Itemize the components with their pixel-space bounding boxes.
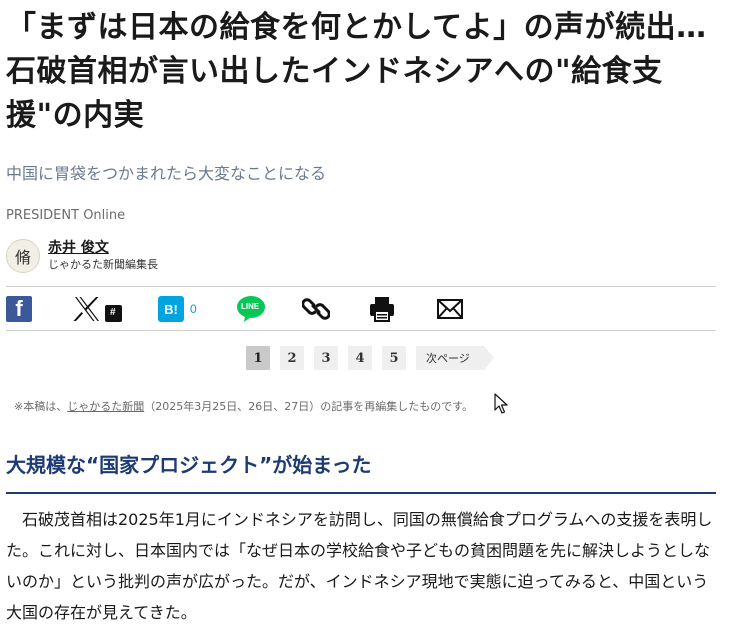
source-note-link[interactable]: じゃかるた新聞 [67, 400, 144, 413]
page-4-button[interactable]: 4 [348, 346, 372, 370]
share-bar: f # B! 0 LINE [6, 286, 716, 331]
mouse-cursor-icon [494, 393, 508, 419]
author-avatar[interactable]: 脩 [6, 239, 40, 273]
article-title: 「まずは日本の給食を何とかしてよ」の声が続出…石破首相が言い出したインドネシアへ… [6, 10, 707, 133]
source-note: ※本稿は、じゃかるた新聞（2025年3月25日、26日、27日）の記事を再編集し… [14, 398, 473, 414]
hatena-bookmark-button[interactable]: B! 0 [158, 295, 197, 323]
link-icon[interactable] [302, 295, 330, 323]
source-note-suffix: （2025年3月25日、26日、27日）の記事を再編集したものです。 [144, 400, 474, 413]
mail-icon[interactable] [436, 295, 464, 323]
source-note-prefix: ※本稿は、 [14, 400, 68, 413]
hatena-bookmark-icon: B! [158, 296, 184, 322]
author-role: じゃかるた新聞編集長 [48, 258, 158, 271]
article-paragraph: 石破茂首相は2025年1月にインドネシアを訪問し、同国の無償給食プログラムへの支… [6, 510, 713, 622]
line-icon-label: LINE [241, 302, 260, 311]
article-subtitle: 中国に胃袋をつかまれたら大変なことになる [6, 164, 327, 183]
author-block: 脩 赤井 俊文 じゃかるた新聞編集長 [6, 238, 158, 274]
x-icon[interactable]: # [72, 295, 122, 323]
page-1-button[interactable]: 1 [246, 346, 270, 370]
next-page-button[interactable]: 次ページ [416, 346, 494, 370]
page-5-button[interactable]: 5 [382, 346, 406, 370]
facebook-icon[interactable]: f [6, 296, 32, 322]
x-badge-label: # [110, 307, 116, 318]
pagination: 1 2 3 4 5 次ページ [246, 346, 494, 370]
author-name-link[interactable]: 赤井 俊文 [48, 239, 158, 257]
print-icon[interactable] [368, 295, 396, 323]
hatena-bookmark-count: 0 [190, 302, 197, 316]
section-heading: 大規模な“国家プロジェクト”が始まった [6, 449, 716, 494]
publication-name: PRESIDENT Online [6, 208, 126, 223]
page-3-button[interactable]: 3 [314, 346, 338, 370]
line-icon[interactable]: LINE [236, 295, 266, 323]
page-2-button[interactable]: 2 [280, 346, 304, 370]
